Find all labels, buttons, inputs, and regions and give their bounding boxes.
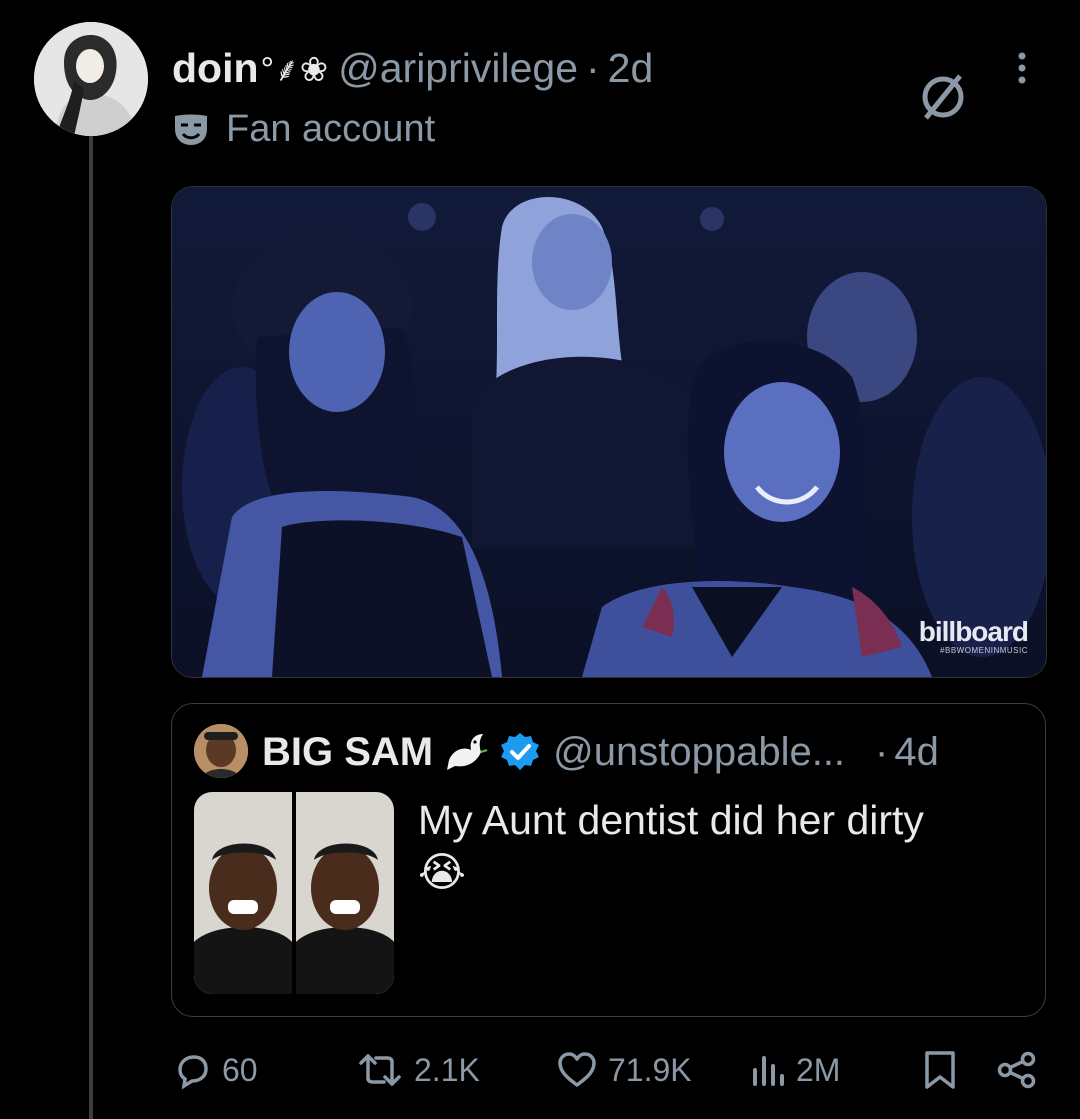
heart-icon — [558, 1052, 596, 1087]
reply-icon — [178, 1055, 208, 1090]
quoted-post-header: BIG SAM @unstoppable... · 4d — [262, 726, 939, 778]
quoted-author-handle[interactable]: @unstoppable... — [553, 730, 845, 775]
repost-count: 2.1K — [414, 1051, 480, 1088]
views-count: 2M — [796, 1051, 841, 1088]
quoted-author-avatar[interactable] — [194, 724, 248, 778]
verified-badge-icon — [501, 733, 540, 770]
views-chart-icon — [753, 1056, 784, 1086]
mask-icon — [175, 114, 207, 145]
bookmark-icon — [925, 1051, 955, 1089]
views-button[interactable]: 2M — [750, 1040, 840, 1100]
quoted-post-text-line: My Aunt dentist did her dirty — [418, 797, 924, 843]
post-timestamp[interactable]: 2d — [608, 45, 654, 92]
action-bar: 60 2.1K 71.9K 2M — [0, 1040, 1080, 1100]
author-avatar[interactable] — [34, 22, 148, 136]
repost-button[interactable]: 2.1K — [356, 1040, 480, 1100]
quoted-post-media[interactable] — [194, 792, 394, 994]
repost-icon — [359, 1054, 401, 1086]
bookmark-button[interactable] — [922, 1040, 958, 1100]
like-button[interactable]: 71.9K — [556, 1040, 692, 1100]
account-label: Fan account — [226, 108, 436, 150]
author-name[interactable]: doin — [172, 45, 259, 92]
author-name-decoration: °⸙❀ — [260, 51, 329, 89]
post-header: doin °⸙❀ @ariprivilege · 2d — [172, 40, 653, 96]
author-handle[interactable]: @ariprivilege — [338, 45, 578, 92]
quoted-post[interactable]: BIG SAM @unstoppable... · 4d My Aunt den… — [171, 703, 1046, 1017]
grok-icon[interactable] — [916, 70, 970, 124]
share-icon — [997, 1051, 1036, 1089]
dove-icon — [447, 734, 488, 770]
quoted-author-name[interactable]: BIG SAM — [262, 730, 433, 775]
post-media[interactable]: billboard #BBWOMENINMUSIC — [171, 186, 1047, 678]
quoted-post-text: My Aunt dentist did her dirty 😭 — [418, 794, 1018, 898]
share-button[interactable] — [996, 1040, 1038, 1100]
reply-button[interactable]: 60 — [172, 1040, 258, 1100]
more-options-icon[interactable] — [1012, 48, 1032, 88]
reply-count: 60 — [222, 1051, 258, 1088]
thread-line — [89, 130, 93, 1119]
media-watermark: billboard #BBWOMENINMUSIC — [918, 616, 1029, 655]
quoted-post-timestamp[interactable]: 4d — [894, 730, 939, 775]
crying-emoji: 😭 — [418, 848, 466, 896]
header-separator: · — [586, 44, 600, 91]
quoted-header-separator: · — [875, 729, 889, 774]
like-count: 71.9K — [608, 1051, 692, 1088]
account-label-row: Fan account — [172, 108, 435, 151]
